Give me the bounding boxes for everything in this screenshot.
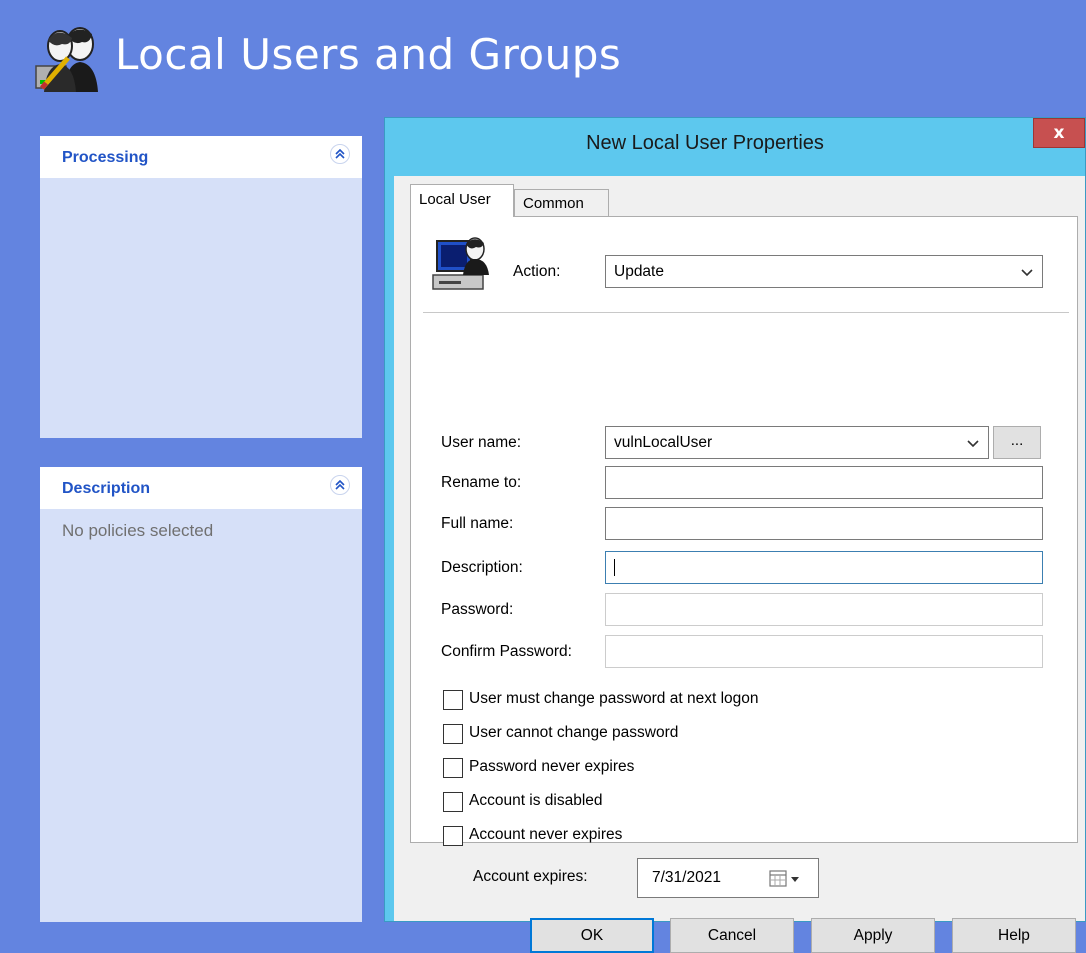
divider [423, 312, 1069, 313]
checkbox-label: Password never expires [469, 758, 635, 775]
chevron-down-icon [1020, 263, 1034, 281]
dialog-titlebar[interactable]: New Local User Properties x [385, 118, 1085, 176]
description-label: Description: [441, 559, 523, 576]
apply-button[interactable]: Apply [811, 918, 935, 953]
collapse-icon[interactable] [330, 144, 350, 164]
password-input[interactable] [605, 593, 1043, 626]
processing-panel: Processing [40, 136, 362, 438]
dialog-client: Local User Common Action: Update User na… [394, 176, 1085, 953]
checkbox-icon[interactable] [443, 792, 463, 812]
account-expires-date-picker[interactable]: 7/31/2021 [637, 858, 819, 898]
tab-common[interactable]: Common [514, 189, 609, 217]
description-panel: Description No policies selected [40, 467, 362, 922]
help-button[interactable]: Help [952, 918, 1076, 953]
rename-to-input[interactable] [605, 466, 1043, 499]
description-panel-header[interactable]: Description [40, 467, 362, 509]
processing-panel-header[interactable]: Processing [40, 136, 362, 178]
properties-dialog: New Local User Properties x Local User C… [384, 117, 1086, 953]
user-name-combo[interactable]: vulnLocalUser [605, 426, 989, 459]
text-caret [614, 559, 615, 577]
description-input[interactable] [605, 551, 1043, 584]
tab-local-user[interactable]: Local User [410, 184, 514, 217]
user-name-value: vulnLocalUser [614, 434, 713, 451]
action-value: Update [614, 263, 664, 280]
full-name-input[interactable] [605, 507, 1043, 540]
checkbox-label: User cannot change password [469, 724, 679, 741]
cancel-button[interactable]: Cancel [670, 918, 794, 953]
full-name-label: Full name: [441, 515, 514, 532]
checkbox-icon[interactable] [443, 758, 463, 778]
chevron-down-icon [966, 434, 980, 452]
checkbox-icon[interactable] [443, 826, 463, 846]
action-label: Action: [513, 263, 561, 280]
computer-user-icon [431, 235, 493, 293]
account-expires-value: 7/31/2021 [652, 869, 721, 886]
browse-button[interactable]: ... [993, 426, 1041, 459]
checkbox-icon[interactable] [443, 690, 463, 710]
confirm-password-input[interactable] [605, 635, 1043, 668]
account-expires-label: Account expires: [473, 868, 588, 885]
password-label: Password: [441, 601, 514, 618]
description-panel-title: Description [62, 480, 151, 497]
user-name-label: User name: [441, 434, 522, 451]
checkbox-label: Account is disabled [469, 792, 603, 809]
users-groups-icon [32, 22, 104, 94]
rename-to-label: Rename to: [441, 474, 522, 491]
dialog-title: New Local User Properties [586, 132, 824, 154]
confirm-password-label: Confirm Password: [441, 643, 572, 660]
collapse-icon[interactable] [330, 475, 350, 495]
action-select[interactable]: Update [605, 255, 1043, 288]
calendar-dropdown-icon[interactable] [766, 869, 808, 889]
checkbox-label: Account never expires [469, 826, 623, 843]
app-title: Local Users and Groups [115, 30, 622, 79]
checkbox-label: User must change password at next logon [469, 690, 759, 707]
local-user-tab-page: Action: Update User name: vulnLocalUser … [410, 216, 1078, 898]
processing-panel-title: Processing [62, 149, 149, 166]
checkbox-icon[interactable] [443, 724, 463, 744]
ok-button[interactable]: OK [530, 918, 654, 953]
app-header: Local Users and Groups [0, 0, 1086, 110]
description-text: No policies selected [62, 521, 214, 540]
close-button[interactable]: x [1033, 118, 1085, 148]
